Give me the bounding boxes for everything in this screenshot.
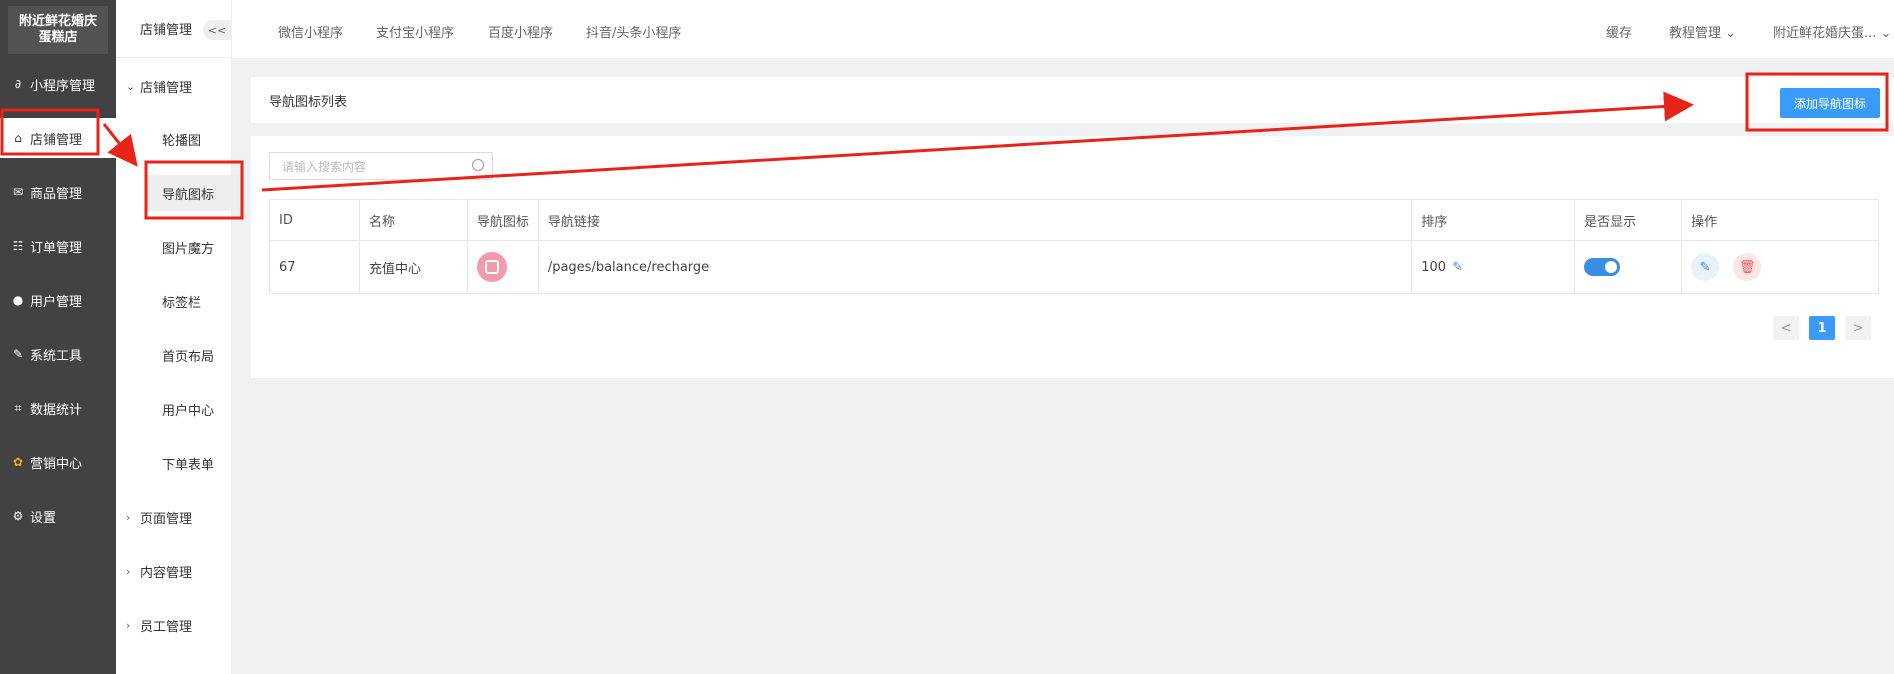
sidebar-item-label: 营销中心 [30, 456, 83, 472]
col-actions: 操作 [1681, 199, 1879, 241]
page-title: 导航图标列表 [269, 95, 348, 110]
nav-icon-table: ID 名称 导航图标 导航链接 排序 是否显示 操作 67 充值中心 /page… [269, 199, 1879, 294]
tab-alipay[interactable]: 支付宝小程序 [376, 22, 454, 41]
col-icon: 导航图标 [466, 199, 539, 241]
tutorial-label: 教程管理 [1669, 26, 1722, 41]
subnav-group-label: 店铺管理 [140, 81, 193, 96]
tab-baidu[interactable]: 百度小程序 [488, 22, 553, 41]
sub-navigation: 店铺管理 << ⌄ 店铺管理 轮播图 导航图标 图片魔方 标签栏 首页布局 用户中… [116, 0, 239, 674]
pencil-icon[interactable]: ✎ [1452, 260, 1463, 275]
subnav-item-tabbar[interactable]: 标签栏 [146, 283, 239, 319]
trash-icon: 🗑 [1738, 259, 1756, 275]
sidebar-item-goods[interactable]: ✉ 商品管理 [0, 172, 116, 212]
sidebar-item-label: 数据统计 [30, 402, 83, 418]
chevron-right-icon: › [126, 565, 131, 578]
prev-page-button[interactable]: < [1773, 316, 1799, 340]
col-visible: 是否显示 [1574, 199, 1683, 241]
sidebar-item-marketing[interactable]: ✿ 营销中心 [0, 442, 116, 482]
search-placeholder: 请输入搜索内容 [282, 159, 367, 174]
top-bar: 微信小程序 支付宝小程序 百度小程序 抖音/头条小程序 缓存 教程管理 ⌄ 附近… [232, 0, 1894, 58]
chevron-right-icon: › [126, 511, 131, 524]
add-nav-icon-button[interactable]: 添加导航图标 [1780, 88, 1880, 118]
chart-icon: ⌗ [14, 400, 22, 415]
cell-visible [1574, 240, 1683, 294]
page-1-button[interactable]: 1 [1809, 316, 1835, 340]
subnav-group-label: 员工管理 [140, 620, 193, 635]
chevron-down-icon: ⌄ [1880, 26, 1892, 41]
store-icon: ⌂ [14, 131, 22, 145]
chevron-down-icon: ⌄ [126, 80, 136, 93]
subnav-item-image-cube[interactable]: 图片魔方 [146, 229, 239, 265]
cell-icon [466, 240, 539, 294]
subnav-item-user-center[interactable]: 用户中心 [146, 391, 239, 427]
search-input[interactable]: 请输入搜索内容 [269, 152, 493, 180]
next-page-button[interactable]: > [1845, 316, 1871, 340]
tab-wechat[interactable]: 微信小程序 [278, 22, 343, 41]
sidebar-item-label: 系统工具 [30, 348, 83, 364]
table-row: 67 充值中心 /pages/balance/recharge 100 ✎ ✎ 🗑 [269, 240, 1879, 294]
sidebar-item-orders[interactable]: ☷ 订单管理 [0, 226, 116, 266]
user-icon: ● [12, 293, 24, 307]
chevron-down-icon: ⌄ [1725, 26, 1737, 41]
link-icon: ∂ [14, 77, 22, 91]
cache-link[interactable]: 缓存 [1606, 22, 1632, 41]
col-id: ID [269, 199, 360, 241]
store-name-label: 附近鲜花婚庆蛋... [1773, 26, 1877, 41]
sidebar-item-label: 店铺管理 [30, 132, 83, 148]
cell-name: 充值中心 [358, 240, 468, 294]
col-link: 导航链接 [537, 199, 1413, 241]
subnav-item-order-form[interactable]: 下单表单 [146, 445, 239, 481]
sidebar-item-label: 用户管理 [30, 294, 83, 310]
subnav-item-home-layout[interactable]: 首页布局 [146, 337, 239, 373]
gift-icon [484, 260, 499, 274]
tutorial-menu[interactable]: 教程管理 ⌄ [1669, 22, 1736, 41]
sidebar-item-settings[interactable]: ⚙ 设置 [0, 496, 116, 536]
visible-toggle[interactable] [1584, 258, 1621, 276]
cell-sort: 100 ✎ [1411, 240, 1576, 294]
tab-douyin[interactable]: 抖音/头条小程序 [586, 22, 681, 41]
gear-icon: ⚙ [12, 509, 24, 523]
sidebar-item-miniprogram[interactable]: ∂ 小程序管理 [0, 64, 116, 104]
subnav-group-content[interactable]: › 内容管理 [126, 562, 192, 581]
sidebar-item-label: 设置 [30, 510, 57, 526]
sidebar-item-label: 商品管理 [30, 186, 83, 202]
subnav-group-staff[interactable]: › 员工管理 [126, 616, 192, 635]
subnav-group-label: 内容管理 [140, 566, 193, 581]
cell-id: 67 [269, 240, 360, 294]
sidebar-item-tools[interactable]: ✎ 系统工具 [0, 334, 116, 374]
marketing-icon: ✿ [12, 455, 24, 469]
nav-icon-image [476, 252, 507, 282]
subnav-group-store[interactable]: ⌄ 店铺管理 [126, 77, 192, 96]
table-header-row: ID 名称 导航图标 导航链接 排序 是否显示 操作 [269, 199, 1879, 241]
delete-button[interactable]: 🗑 [1733, 253, 1762, 281]
main-sidebar: 附近鲜花婚庆蛋糕店 ∂ 小程序管理 ⌂ 店铺管理 ✉ 商品管理 ☷ 订单管理 ● 用户管理… [0, 0, 116, 674]
cell-actions: ✎ 🗑 [1681, 240, 1879, 294]
subnav-item-banner[interactable]: 轮播图 [146, 121, 239, 157]
sidebar-item-stats[interactable]: ⌗ 数据统计 [0, 388, 116, 428]
sidebar-item-label: 小程序管理 [30, 78, 96, 94]
col-sort: 排序 [1411, 199, 1576, 241]
subnav-group-pages[interactable]: › 页面管理 [126, 508, 192, 527]
wrench-icon: ✎ [12, 347, 24, 361]
col-name: 名称 [358, 199, 468, 241]
chevron-right-icon: › [126, 619, 131, 632]
subnav-group-label: 页面管理 [140, 512, 193, 527]
cell-link: /pages/balance/recharge [537, 240, 1413, 294]
edit-button[interactable]: ✎ [1691, 253, 1720, 281]
sidebar-item-users[interactable]: ● 用户管理 [0, 280, 116, 320]
subnav-item-nav-icon[interactable]: 导航图标 [146, 175, 239, 211]
list-icon: ☷ [12, 239, 24, 253]
collapse-button[interactable]: << [203, 20, 231, 40]
search-icon[interactable] [472, 159, 484, 171]
pencil-icon: ✎ [1699, 259, 1711, 275]
sidebar-item-store[interactable]: ⌂ 店铺管理 [0, 118, 116, 158]
sort-value: 100 [1421, 259, 1447, 275]
sidebar-item-label: 订单管理 [30, 240, 83, 256]
panel-header: 导航图标列表 [251, 77, 1894, 123]
mail-icon: ✉ [12, 185, 24, 199]
store-name-menu[interactable]: 附近鲜花婚庆蛋... ⌄ [1773, 22, 1891, 41]
store-logo[interactable]: 附近鲜花婚庆蛋糕店 [8, 6, 108, 54]
